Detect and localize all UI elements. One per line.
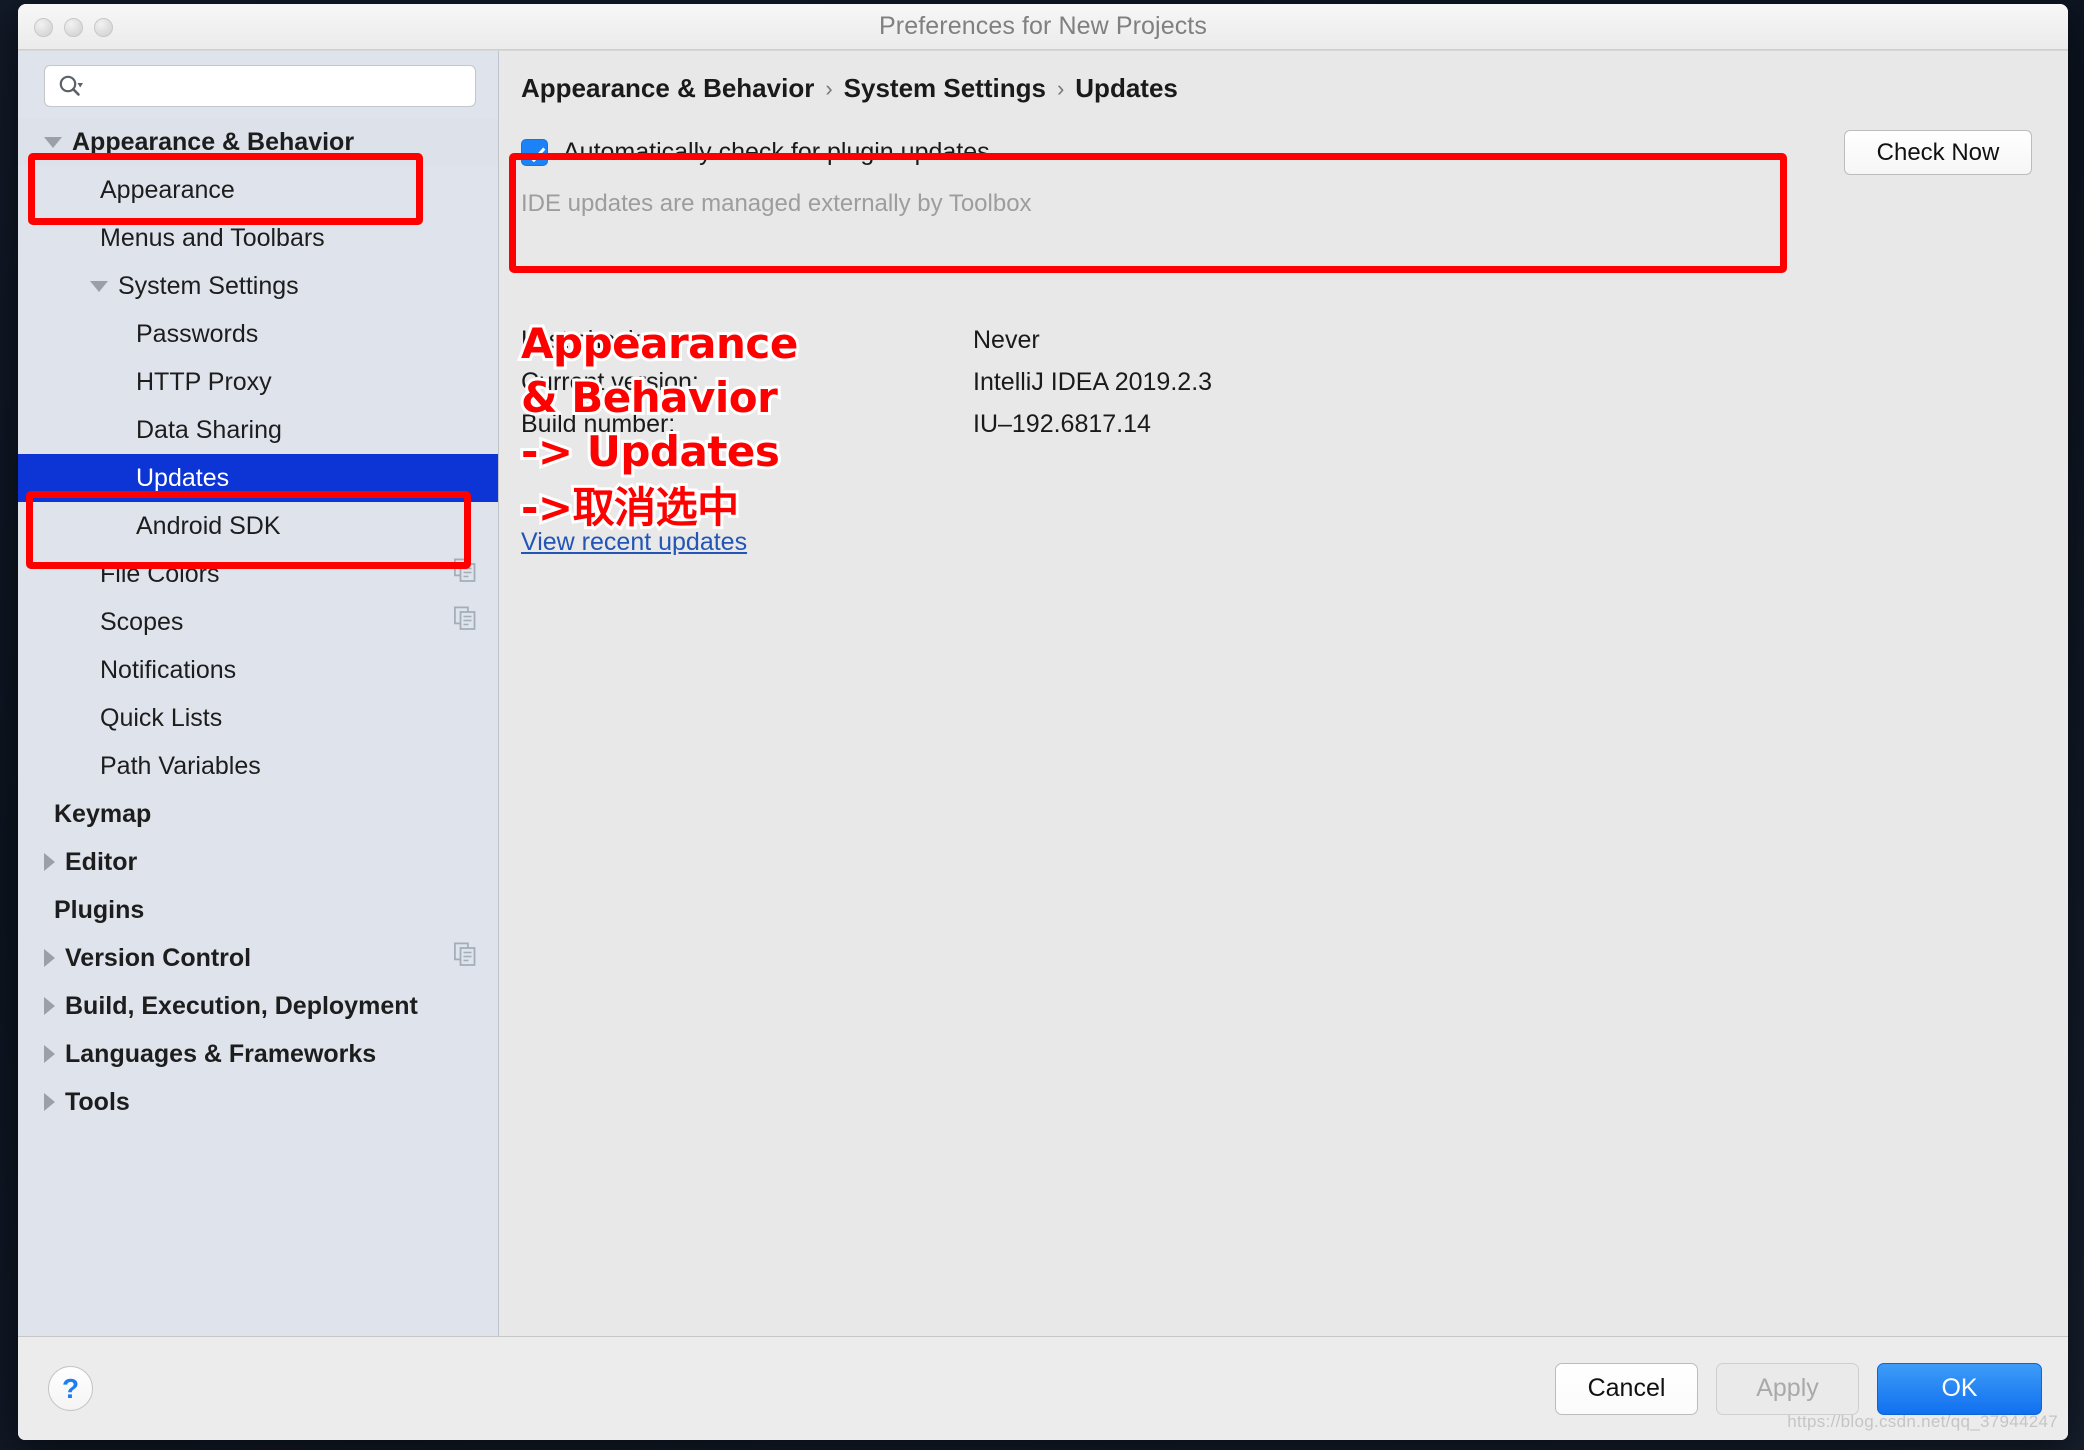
sidebar-item-label: Updates	[136, 463, 230, 492]
sidebar-item-label: Path Variables	[100, 751, 261, 780]
sidebar-item-label: Notifications	[100, 655, 237, 684]
sidebar-item-appearance-behavior[interactable]: Appearance & Behavior	[18, 118, 498, 166]
breadcrumb-separator-1: ›	[1056, 75, 1065, 101]
ok-button[interactable]: OK	[1877, 1362, 2042, 1415]
sidebar-item-menus-and-toolbars[interactable]: Menus and Toolbars	[18, 214, 498, 262]
sidebar-item-label: HTTP Proxy	[136, 367, 272, 396]
dialog-body: Appearance & Behavior Appearance Menus and…	[18, 50, 2068, 1336]
sidebar-item-label: Version Control	[65, 943, 252, 972]
sidebar-item-label: Quick Lists	[100, 703, 223, 732]
sidebar-item-path-variables[interactable]: Path Variables	[18, 742, 498, 790]
sidebar-item-quick-lists[interactable]: Quick Lists	[18, 694, 498, 742]
info-value: IntelliJ IDEA 2019.2.3	[973, 367, 1213, 396]
watermark: https://blog.csdn.net/qq_37944247	[1787, 1412, 2058, 1431]
window-title: Preferences for New Projects	[879, 12, 1207, 40]
sidebar-item-build-execution-deployment[interactable]: Build, Execution, Deployment	[18, 982, 498, 1030]
sidebar-item-label: File Colors	[100, 559, 220, 588]
sidebar-item-label: Tools	[65, 1087, 130, 1116]
chevron-right-icon[interactable]	[44, 1093, 55, 1111]
sidebar-item-scopes[interactable]: Scopes	[18, 598, 498, 646]
sidebar-item-file-colors[interactable]: File Colors	[18, 550, 498, 598]
apply-button: Apply	[1716, 1362, 1859, 1415]
annotation-text-updates: -> Updates	[518, 427, 783, 476]
sidebar-item-plugins[interactable]: Plugins	[18, 886, 498, 934]
minimize-button[interactable]	[64, 17, 83, 37]
sidebar-item-system-settings[interactable]: System Settings	[18, 262, 498, 310]
sidebar-item-label: Appearance	[100, 175, 235, 204]
breadcrumb-part-0[interactable]: Appearance & Behavior	[521, 73, 814, 104]
info-value: IU–192.6817.14	[973, 409, 1151, 438]
chevron-right-icon[interactable]	[44, 949, 55, 967]
toolbox-managed-note: IDE updates are managed externally by To…	[521, 190, 1032, 217]
annotation-text-appearance: Appearance	[518, 319, 801, 368]
chevron-right-icon[interactable]	[44, 997, 55, 1015]
sidebar-item-android-sdk[interactable]: Android SDK	[18, 502, 498, 550]
dialog-footer: ? Cancel Apply OK https://blog.csdn.net/…	[18, 1336, 2068, 1440]
sidebar-item-editor[interactable]: Editor	[18, 838, 498, 886]
sidebar-item-languages-frameworks[interactable]: Languages & Frameworks	[18, 1030, 498, 1078]
sidebar-item-label: Android SDK	[136, 511, 281, 540]
settings-tree: Appearance & Behavior Appearance Menus and…	[18, 118, 498, 1126]
breadcrumb-part-1[interactable]: System Settings	[844, 73, 1046, 104]
close-button[interactable]	[34, 17, 53, 37]
breadcrumb-separator-0: ›	[825, 75, 833, 101]
sidebar-item-version-control[interactable]: Version Control	[18, 934, 498, 982]
chevron-down-icon[interactable]	[90, 280, 108, 292]
chevron-down-icon[interactable]	[44, 136, 62, 148]
copy-settings-icon[interactable]	[453, 606, 476, 638]
zoom-button[interactable]	[94, 17, 113, 37]
auto-check-row: Automatically check for plugin updates	[521, 128, 2046, 176]
updates-panel: Automatically check for plugin updates C…	[521, 128, 2046, 218]
footer-buttons: Cancel Apply OK	[1555, 1362, 2042, 1415]
sidebar-item-label: Plugins	[54, 895, 145, 924]
cancel-button[interactable]: Cancel	[1555, 1362, 1698, 1415]
sidebar-item-label: Menus and Toolbars	[100, 223, 325, 252]
sidebar-item-label: Data Sharing	[136, 415, 282, 444]
search-icon	[57, 73, 83, 99]
check-now-button[interactable]: Check Now	[1844, 130, 2032, 175]
preferences-window: Preferences for New Projects Appearance …	[18, 4, 2068, 1440]
window-titlebar: Preferences for New Projects	[18, 4, 2068, 50]
chevron-right-icon[interactable]	[44, 1045, 55, 1063]
sidebar-item-label: System Settings	[118, 271, 299, 300]
help-button[interactable]: ?	[48, 1366, 93, 1411]
search-input[interactable]	[87, 66, 463, 106]
breadcrumb-part-2: Updates	[1075, 73, 1178, 103]
sidebar-item-keymap[interactable]: Keymap	[18, 790, 498, 838]
sidebar-item-notifications[interactable]: Notifications	[18, 646, 498, 694]
sidebar-item-appearance[interactable]: Appearance	[18, 166, 498, 214]
sidebar-item-label: Languages & Frameworks	[65, 1039, 377, 1068]
sidebar-item-updates[interactable]: Updates	[18, 454, 498, 502]
sidebar-item-label: Passwords	[136, 319, 259, 348]
sidebar-item-http-proxy[interactable]: HTTP Proxy	[18, 358, 498, 406]
annotation-text-uncheck-cn: ->取消选中	[518, 483, 742, 532]
sidebar-item-label: Editor	[65, 847, 138, 876]
sidebar-item-label: Keymap	[54, 799, 152, 828]
breadcrumb: Appearance & Behavior › System Settings …	[499, 51, 2068, 104]
auto-check-plugin-updates-checkbox[interactable]	[521, 138, 548, 166]
settings-sidebar: Appearance & Behavior Appearance Menus and…	[18, 51, 499, 1336]
annotation-text-behavior: & Behavior	[518, 373, 781, 422]
auto-check-plugin-updates-label: Automatically check for plugin updates	[563, 137, 990, 166]
view-recent-updates-link[interactable]: View recent updates	[521, 528, 747, 557]
sidebar-item-label: Build, Execution, Deployment	[65, 991, 418, 1020]
sidebar-item-tools[interactable]: Tools	[18, 1078, 498, 1126]
copy-settings-icon[interactable]	[453, 558, 476, 590]
sidebar-item-label: Scopes	[100, 607, 184, 636]
info-value: Never	[973, 325, 1040, 354]
copy-settings-icon[interactable]	[453, 942, 476, 974]
sidebar-item-label: Appearance & Behavior	[72, 127, 355, 156]
search-box[interactable]	[44, 65, 476, 107]
sidebar-search-wrap	[18, 65, 498, 107]
sidebar-item-data-sharing[interactable]: Data Sharing	[18, 406, 498, 454]
sidebar-item-passwords[interactable]: Passwords	[18, 310, 498, 358]
window-controls	[34, 4, 113, 50]
chevron-right-icon[interactable]	[44, 853, 55, 871]
settings-content: Appearance & Behavior › System Settings …	[499, 51, 2068, 1336]
